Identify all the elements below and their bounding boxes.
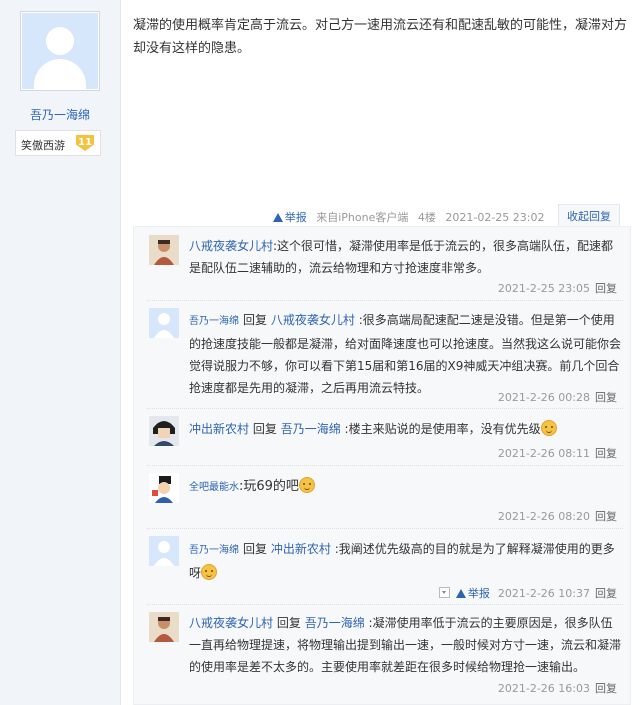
avatar[interactable]: [149, 308, 179, 338]
forum-badge-label: 笑傲西游: [21, 139, 65, 152]
reply-time: 2021-2-26 16:03: [497, 682, 590, 695]
reply-author[interactable]: 吾乃一海绵: [189, 316, 239, 327]
reply-time: 2021-2-26 00:28: [497, 391, 590, 404]
reply-target[interactable]: 八戒夜袭女儿村: [271, 313, 355, 327]
reply-button[interactable]: 回复: [595, 447, 617, 460]
reply-meta: 举报 2021-2-26 10:37 回复: [438, 585, 617, 601]
level-icon: 11: [76, 135, 94, 151]
reply-button[interactable]: 回复: [595, 682, 617, 695]
smile-emoji-icon: [298, 477, 315, 493]
author-name[interactable]: 吾乃一海绵: [0, 106, 120, 123]
reply-author[interactable]: 八戒夜袭女儿村: [189, 616, 273, 630]
post-tail: 举报 来自iPhone客户端 4楼 2021-02-25 23:02 收起回复: [267, 204, 620, 228]
reply-target[interactable]: 吾乃一海绵: [281, 422, 341, 436]
avatar[interactable]: [149, 416, 179, 446]
warning-icon: [455, 589, 466, 598]
list-item: 八戒夜袭女儿村:这个很可惜，凝滞使用率是低于流云的，很多高端队伍，配速都是配队伍…: [147, 227, 623, 301]
reply-text: 八戒夜袭女儿村:这个很可惜，凝滞使用率是低于流云的，很多高端队伍，配速都是配队伍…: [189, 239, 614, 275]
list-item: 冲出新农村 回复 吾乃一海绵 :楼主来贴说的是使用率，没有优先级 2021-2-…: [147, 408, 623, 466]
floor-number: 4楼: [417, 211, 436, 224]
dropdown-icon[interactable]: [438, 587, 450, 598]
reply-text: 吾乃一海绵 回复 八戒夜袭女儿村 :很多高端局配速配二速是没错。但是第一个使用的抢…: [189, 313, 622, 395]
post-time: 2021-02-25 23:02: [445, 211, 545, 224]
reply-list: 八戒夜袭女儿村:这个很可惜，凝滞使用率是低于流云的，很多高端队伍，配速都是配队伍…: [133, 226, 631, 705]
author-sidebar: 吾乃一海绵 笑傲西游 11: [0, 0, 121, 705]
reply-report-link[interactable]: 举报: [455, 587, 490, 600]
forum-badge[interactable]: 笑傲西游 11: [15, 130, 101, 156]
warning-icon: [272, 213, 283, 222]
reply-text: 全吧最能水:玩69的吧: [189, 475, 621, 499]
reply-text: 吾乃一海绵 回复 冲出新农村 :我阐述优先级高的目的就是为了解释凝滞使用的更多呀: [189, 542, 615, 580]
reply-text: 冲出新农村 回复 吾乃一海绵 :楼主来贴说的是使用率，没有优先级: [189, 418, 621, 440]
avatar[interactable]: [149, 473, 179, 503]
reply-meta: 2021-2-26 16:03 回复: [498, 680, 617, 696]
reply-time: 2021-2-26 08:11: [497, 447, 590, 460]
list-item: 吾乃一海绵 回复 冲出新农村 :我阐述优先级高的目的就是为了解释凝滞使用的更多呀 …: [147, 528, 623, 605]
reply-word: 回复: [276, 616, 301, 630]
reply-button[interactable]: 回复: [595, 391, 617, 404]
reply-meta: 2021-2-26 08:11 回复: [498, 445, 617, 461]
reply-word: 回复: [243, 542, 268, 556]
reply-time: 2021-2-26 10:37: [497, 587, 590, 600]
list-item: 吾乃一海绵 回复 八戒夜袭女儿村 :很多高端局配速配二速是没错。但是第一个使用的抢…: [147, 300, 623, 409]
reply-button[interactable]: 回复: [595, 282, 617, 295]
reply-author[interactable]: 八戒夜袭女儿村: [189, 239, 273, 253]
reply-meta: 2021-2-26 00:28 回复: [498, 389, 617, 405]
reply-author[interactable]: 全吧最能水: [189, 482, 239, 493]
collapse-replies-button[interactable]: 收起回复: [558, 204, 620, 228]
list-item: 全吧最能水:玩69的吧 2021-2-26 08:20 回复: [147, 465, 623, 529]
avatar[interactable]: [149, 612, 179, 642]
reply-author[interactable]: 吾乃一海绵: [189, 545, 239, 556]
author-avatar[interactable]: [20, 11, 100, 91]
reply-target[interactable]: 冲出新农村: [271, 542, 331, 556]
reply-time: 2021-2-25 23:05: [497, 282, 590, 295]
reply-button[interactable]: 回复: [595, 587, 617, 600]
avatar[interactable]: [149, 235, 179, 265]
reply-meta: 2021-2-26 08:20 回复: [498, 508, 617, 524]
reply-author[interactable]: 冲出新农村: [189, 422, 249, 436]
reply-word: 回复: [252, 422, 277, 436]
smile-emoji-icon: [540, 420, 557, 436]
reply-text: 八戒夜袭女儿村 回复 吾乃一海绵 :凝滞使用率低于流云的主要原因是，很多队伍一直…: [189, 616, 622, 674]
reply-target[interactable]: 吾乃一海绵: [305, 616, 365, 630]
reply-button[interactable]: 回复: [595, 510, 617, 523]
reply-word: 回复: [243, 313, 268, 327]
report-link[interactable]: 举报: [272, 211, 307, 224]
list-item: 八戒夜袭女儿村 回复 吾乃一海绵 :凝滞使用率低于流云的主要原因是，很多队伍一直…: [147, 604, 623, 698]
avatar[interactable]: [149, 536, 179, 566]
smile-emoji-icon: [201, 564, 218, 580]
reply-time: 2021-2-26 08:20: [497, 510, 590, 523]
post-source: 来自iPhone客户端: [316, 211, 409, 224]
post-content: 凝滞的使用概率肯定高于流云。对己方一速用流云还有和配速乱敏的可能性，凝滞对方却没…: [133, 18, 628, 56]
reply-meta: 2021-2-25 23:05 回复: [498, 280, 617, 296]
